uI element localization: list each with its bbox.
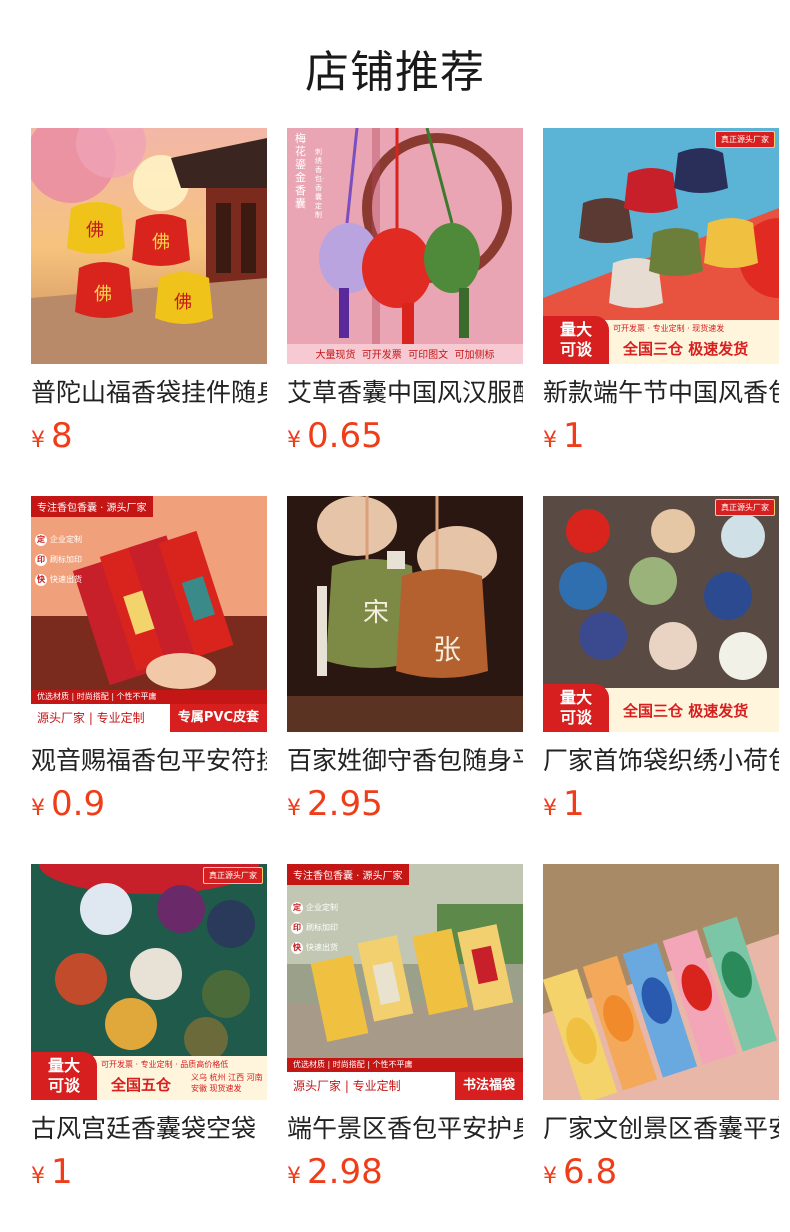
product-image[interactable]: 专注香包香囊 · 源头厂家 定企业定制 印刷标加印 快快速出货 优选材质 | 时… — [287, 864, 523, 1100]
promo-footer: 源头厂家 | 专业定制 专属PVC皮套 — [31, 704, 267, 732]
product-image-art: 佛 佛 佛 佛 — [31, 128, 267, 364]
product-price: ¥1 — [543, 784, 585, 824]
bulk-badge: 量大 可谈 — [543, 684, 609, 732]
product-image[interactable]: 专注香包香囊 · 源头厂家 定企业定制 印刷标加印 快快速出货 优选材质 | 时… — [31, 496, 267, 732]
svg-text:佛: 佛 — [174, 292, 192, 313]
product-image-art — [543, 864, 779, 1100]
promo-band: 量大 可谈 可开发票 · 专业定制 · 品质高价格低 全国五仓 义乌 杭州 江西 … — [31, 1052, 267, 1100]
product-card[interactable]: 专注香包香囊 · 源头厂家 定企业定制 印刷标加印 快快速出货 优选材质 | 时… — [287, 864, 523, 1192]
product-image-art — [287, 496, 523, 732]
product-image[interactable]: 梅花鎏金香囊 刺绣香包·香囊定制 大量现货 可开发票 可印图文 可加侧标 — [287, 128, 523, 364]
product-card[interactable]: 宋 张 百家姓御守香包随身平 ¥2.95 — [287, 496, 523, 824]
product-price: ¥6.8 — [543, 1152, 618, 1192]
product-image[interactable]: 真正源头厂家 量大 可谈 可开发票 · 专业定制 · 品质高价格低 全国五仓 义乌… — [31, 864, 267, 1100]
factory-tag: 真正源头厂家 — [715, 499, 775, 516]
product-card[interactable]: 真正源头厂家 量大 可谈 全国三仓 极速发货 厂家首饰袋织绣小荷包 ¥1 — [543, 496, 779, 824]
promo-strip: 优选材质 | 时尚搭配 | 个性不平庸 — [287, 1058, 523, 1072]
promo-header: 专注香包香囊 · 源头厂家 — [31, 496, 153, 517]
product-name[interactable]: 端午景区香包平安护身 — [287, 1112, 523, 1146]
product-name[interactable]: 厂家首饰袋织绣小荷包 — [543, 744, 779, 778]
product-image[interactable]: 宋 张 — [287, 496, 523, 732]
promo-band: 量大 可谈 全国三仓 极速发货 — [543, 684, 779, 732]
product-price: ¥8 — [31, 416, 73, 456]
product-price: ¥1 — [31, 1152, 73, 1192]
promo-band: 量大 可谈 可开发票 · 专业定制 · 现货速发 全国三仓 极速发货 — [543, 316, 779, 364]
product-card[interactable]: 佛 佛 佛 佛 普陀山福香袋挂件随身 ¥8 — [31, 128, 267, 456]
product-card[interactable]: 专注香包香囊 · 源头厂家 定企业定制 印刷标加印 快快速出货 优选材质 | 时… — [31, 496, 267, 824]
product-card[interactable]: 真正源头厂家 量大 可谈 可开发票 · 专业定制 · 现货速发 全国三仓 极速发货… — [543, 128, 779, 456]
surname-char: 张 — [433, 633, 462, 666]
image-footer: 大量现货 可开发票 可印图文 可加侧标 — [315, 350, 495, 361]
bulk-badge: 量大 可谈 — [543, 316, 609, 364]
factory-tag: 真正源头厂家 — [715, 131, 775, 148]
svg-text:佛: 佛 — [152, 232, 170, 253]
surname-char: 宋 — [363, 598, 390, 628]
svg-text:佛: 佛 — [94, 284, 112, 305]
factory-tag: 真正源头厂家 — [203, 867, 263, 884]
product-image[interactable]: 真正源头厂家 量大 可谈 全国三仓 极速发货 — [543, 496, 779, 732]
product-name[interactable]: 观音赐福香包平安符挂 — [31, 744, 267, 778]
page-title: 店铺推荐 — [305, 47, 485, 98]
svg-text:佛: 佛 — [86, 220, 104, 241]
product-name[interactable]: 新款端午节中国风香包 — [543, 376, 779, 410]
vertical-title: 梅花鎏金香囊 — [295, 132, 306, 210]
promo-strip: 优选材质 | 时尚搭配 | 个性不平庸 — [31, 690, 267, 704]
product-price: ¥1 — [543, 416, 585, 456]
product-price: ¥0.65 — [287, 416, 383, 456]
product-image[interactable]: 佛 佛 佛 佛 — [31, 128, 267, 364]
product-name[interactable]: 普陀山福香袋挂件随身 — [31, 376, 267, 410]
product-name[interactable]: 古风宫廷香囊袋空袋 — [31, 1112, 267, 1146]
product-price: ¥2.98 — [287, 1152, 383, 1192]
product-card[interactable]: 真正源头厂家 量大 可谈 可开发票 · 专业定制 · 品质高价格低 全国五仓 义乌… — [31, 864, 267, 1192]
vertical-subtitle: 刺绣香包·香囊定制 — [315, 148, 325, 219]
product-card[interactable]: 厂家文创景区香囊平安 ¥6.8 — [543, 864, 779, 1192]
promo-header: 专注香包香囊 · 源头厂家 — [287, 864, 409, 885]
bulk-badge: 量大 可谈 — [31, 1052, 97, 1100]
promo-footer: 源头厂家 | 专业定制 书法福袋 — [287, 1072, 523, 1100]
product-price: ¥2.95 — [287, 784, 383, 824]
product-price: ¥0.9 — [31, 784, 106, 824]
product-name[interactable]: 百家姓御守香包随身平 — [287, 744, 523, 778]
product-name[interactable]: 厂家文创景区香囊平安 — [543, 1112, 779, 1146]
product-image[interactable]: 真正源头厂家 量大 可谈 可开发票 · 专业定制 · 现货速发 全国三仓 极速发货 — [543, 128, 779, 364]
product-card[interactable]: 梅花鎏金香囊 刺绣香包·香囊定制 大量现货 可开发票 可印图文 可加侧标 艾草香… — [287, 128, 523, 456]
product-name[interactable]: 艾草香囊中国风汉服配 — [287, 376, 523, 410]
product-image[interactable] — [543, 864, 779, 1100]
